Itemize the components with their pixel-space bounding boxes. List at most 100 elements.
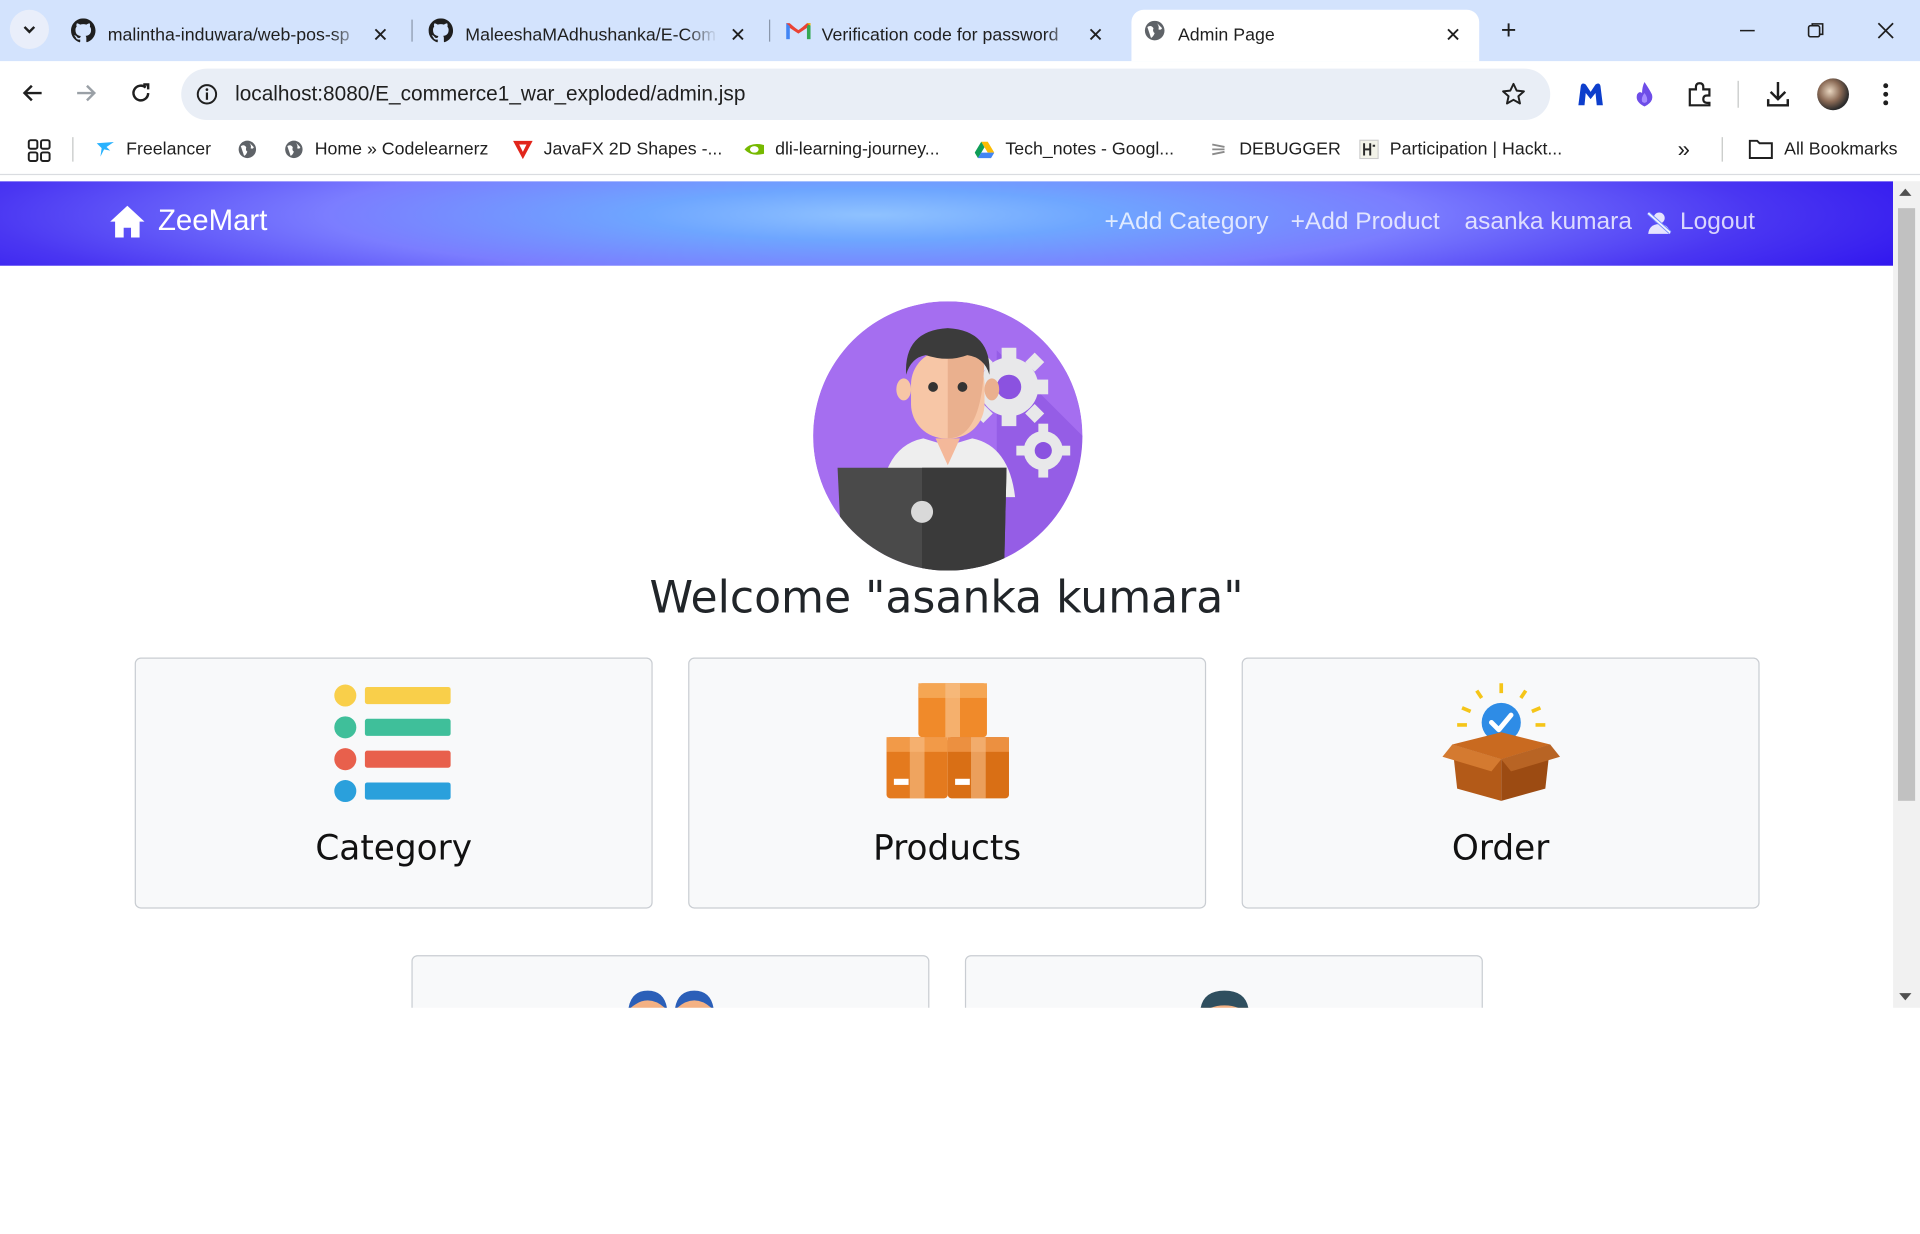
logout-label: Logout: [1680, 208, 1755, 236]
bookmark-label: Home » Codelearnerz: [314, 139, 489, 160]
scroll-up-arrow[interactable]: [1899, 188, 1912, 196]
tab-3[interactable]: Verification code for password ✕: [774, 10, 1122, 61]
home-icon: [110, 205, 145, 238]
customers-card[interactable]: [411, 955, 930, 1008]
bookmark-freelancer[interactable]: Freelancer: [96, 137, 211, 161]
javafx-icon: [513, 140, 533, 160]
category-card[interactable]: Category: [134, 657, 653, 909]
star-icon[interactable]: [1501, 82, 1525, 106]
list-icon: [333, 684, 451, 803]
scrollbar-thumb[interactable]: [1897, 208, 1916, 801]
bookmarks-separator: [72, 137, 74, 162]
bookmark-label: Tech_notes - Googl...: [1005, 139, 1175, 160]
bookmark-label: dli-learning-journey...: [775, 139, 940, 160]
gmail-icon: [786, 23, 811, 40]
close-icon[interactable]: ✕: [1445, 23, 1461, 47]
bookmark-javafx[interactable]: JavaFX 2D Shapes -...: [513, 137, 722, 161]
bookmarks-separator: [1721, 137, 1723, 162]
puzzle-icon[interactable]: [1686, 81, 1713, 108]
tab-title: MaleeshaMAdhushanka/E-Com: [465, 25, 716, 46]
tab-4-active[interactable]: Admin Page ✕: [1131, 9, 1480, 62]
debugger-icon: [1212, 143, 1225, 156]
globe-icon: [285, 140, 303, 159]
globe-icon: [238, 140, 257, 159]
restore-button[interactable]: [1798, 12, 1835, 49]
bookmark-codelearnerz[interactable]: Home » Codelearnerz: [284, 137, 488, 161]
admin-avatar: [813, 301, 1083, 571]
profile-avatar[interactable]: [1817, 78, 1849, 111]
github-icon: [428, 18, 454, 43]
url-text[interactable]: localhost:8080/E_commerce1_war_exploded/…: [235, 82, 745, 106]
bookmark-label: JavaFX 2D Shapes -...: [543, 139, 723, 160]
tab-title: Admin Page: [1177, 25, 1275, 46]
bookmark-hackerrank[interactable]: Participation | Hackt...: [1359, 137, 1562, 161]
chevron-down-icon: [23, 26, 36, 34]
apps-grid-icon[interactable]: [27, 138, 51, 163]
tab-1[interactable]: malintha-induwara/web-pos-sp ✕: [59, 10, 407, 61]
nvidia-icon: [744, 144, 765, 155]
close-icon[interactable]: ✕: [1087, 23, 1103, 47]
extension-flame-icon[interactable]: [1633, 81, 1655, 108]
bookmark-label: Participation | Hackt...: [1389, 139, 1563, 160]
bookmark-tech-notes[interactable]: Tech_notes - Googl...: [974, 137, 1175, 161]
close-window-button[interactable]: [1867, 12, 1904, 49]
plus-icon: +: [1500, 14, 1517, 46]
chevron-double-right-icon: »: [1677, 136, 1690, 162]
tab-separator: [768, 19, 771, 42]
all-bookmarks-label: All Bookmarks: [1784, 139, 1898, 160]
close-icon[interactable]: ✕: [730, 23, 746, 47]
tab-2[interactable]: MaleeshaMAdhushanka/E-Com ✕: [416, 10, 764, 61]
arrow-right-icon: [77, 84, 97, 102]
scroll-down-arrow[interactable]: [1899, 993, 1912, 1001]
admins-card[interactable]: [964, 955, 1483, 1008]
bookmark-dli[interactable]: dli-learning-journey...: [744, 137, 940, 161]
close-icon[interactable]: ✕: [372, 23, 388, 47]
products-label: Products: [873, 827, 1022, 869]
forward-button[interactable]: [69, 76, 103, 110]
hackerrank-icon: [1359, 139, 1379, 160]
user-icon: [1200, 990, 1248, 1008]
boxes-icon: [885, 683, 1009, 799]
users-icon: [628, 990, 713, 1008]
bookmark-label: Freelancer: [126, 139, 211, 160]
new-tab-button[interactable]: +: [1490, 12, 1527, 49]
close-icon: [1877, 22, 1894, 39]
bookmarks-overflow-button[interactable]: »: [1678, 137, 1690, 161]
tab-search-button[interactable]: [9, 9, 49, 49]
globe-icon: [1144, 20, 1165, 41]
arrow-left-icon: [22, 84, 42, 102]
malwarebytes-icon[interactable]: [1576, 81, 1605, 108]
github-icon: [71, 18, 96, 43]
brand-link[interactable]: ZeeMart: [109, 204, 267, 238]
download-icon[interactable]: [1765, 80, 1792, 109]
restore-icon: [1807, 23, 1824, 38]
bookmark-globe[interactable]: [238, 137, 269, 161]
address-bar[interactable]: localhost:8080/E_commerce1_war_exploded/…: [181, 68, 1551, 121]
all-bookmarks-button[interactable]: All Bookmarks: [1748, 137, 1898, 161]
category-label: Category: [315, 827, 472, 869]
site-info-icon[interactable]: [196, 83, 218, 105]
add-category-link[interactable]: +Add Category: [1104, 208, 1268, 236]
username-link[interactable]: asanka kumara: [1465, 208, 1632, 236]
welcome-heading: Welcome "asanka kumara": [649, 573, 1244, 624]
tab-separator: [411, 19, 413, 42]
reload-icon: [132, 83, 150, 102]
page-scrollbar[interactable]: [1893, 181, 1920, 1008]
brand-name: ZeeMart: [157, 204, 268, 238]
reload-button[interactable]: [124, 76, 158, 110]
page-viewport: ZeeMart +Add Category +Add Product asank…: [0, 181, 1894, 1008]
add-product-link[interactable]: +Add Product: [1291, 208, 1440, 236]
bookmark-label: DEBUGGER: [1239, 139, 1341, 160]
more-vert-icon[interactable]: [1880, 81, 1892, 108]
order-label: Order: [1451, 827, 1550, 869]
tab-title: Verification code for password: [821, 25, 1059, 46]
products-card[interactable]: Products: [688, 657, 1207, 909]
site-navbar: ZeeMart +Add Category +Add Product asank…: [0, 181, 1894, 266]
bookmark-debugger[interactable]: DEBUGGER: [1209, 137, 1341, 161]
folder-icon: [1748, 139, 1773, 159]
user-slash-icon: [1646, 211, 1672, 234]
order-card[interactable]: Order: [1241, 657, 1760, 909]
back-button[interactable]: [16, 76, 50, 110]
minimize-button[interactable]: [1729, 12, 1766, 49]
logout-link[interactable]: Logout: [1646, 208, 1755, 236]
